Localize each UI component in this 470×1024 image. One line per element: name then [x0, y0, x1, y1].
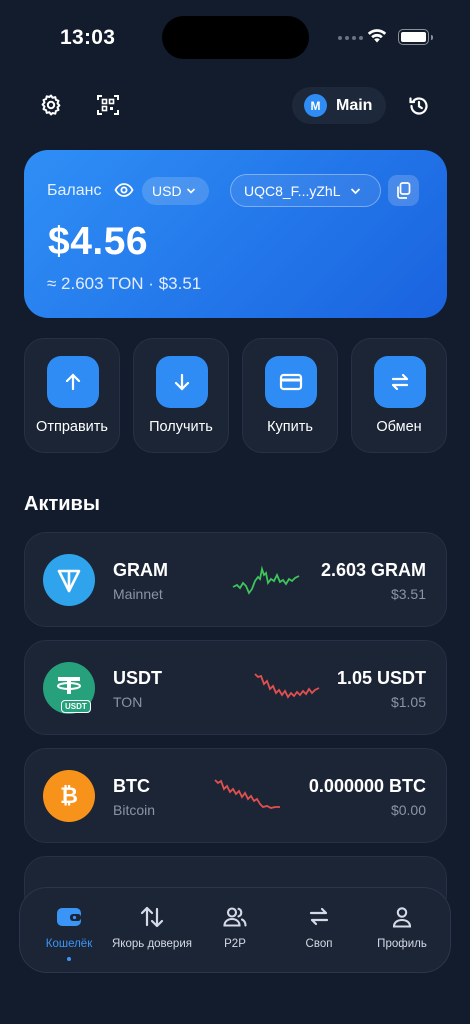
asset-symbol: GRAM	[113, 560, 168, 580]
asset-symbol: USDT	[113, 668, 162, 688]
address-selector[interactable]: UQC8_F...yZhL	[230, 174, 381, 207]
asset-fiat-value: $0.00	[390, 802, 426, 818]
chevron-down-icon	[186, 188, 195, 194]
tab-profile[interactable]: Профиль	[359, 888, 445, 974]
active-tab-indicator	[67, 957, 71, 961]
tab-label: P2P	[224, 938, 246, 950]
currency-selector[interactable]: USD	[142, 177, 209, 205]
history-icon[interactable]	[403, 90, 435, 122]
asset-network: Bitcoin	[113, 802, 156, 818]
arrow-down-icon	[156, 356, 208, 408]
tab-label: Профиль	[377, 938, 427, 950]
swap-icon	[374, 356, 426, 408]
receive-label: Получить	[149, 419, 213, 435]
sparkline-chart	[232, 565, 300, 595]
asset-symbol: BTC	[113, 776, 150, 796]
send-button[interactable]: Отправить	[24, 338, 120, 453]
asset-network: Mainnet	[113, 586, 163, 602]
chevron-down-icon	[351, 187, 361, 194]
card-icon	[265, 356, 317, 408]
asset-network: TON	[113, 694, 143, 710]
currency-value: USD	[152, 183, 182, 199]
asset-row-btc[interactable]: ₿ BTC Bitcoin 0.000000 BTC $0.00	[24, 748, 447, 843]
exchange-button[interactable]: Обмен	[351, 338, 447, 453]
receive-button[interactable]: Получить	[133, 338, 229, 453]
asset-amount: 0.000000 BTC	[308, 776, 426, 796]
sparkline-chart	[214, 779, 280, 809]
arrow-up-icon	[47, 356, 99, 408]
send-label: Отправить	[36, 419, 108, 435]
wallet-address: UQC8_F...yZhL	[244, 182, 341, 199]
asset-amount: 1.05 USDT	[336, 668, 426, 688]
qr-scan-icon[interactable]	[93, 90, 123, 120]
asset-amount: 2.603 GRAM	[320, 560, 426, 580]
wallet-icon	[56, 905, 82, 934]
eye-icon[interactable]	[114, 181, 134, 204]
action-row: Отправить Получить Купить Обмен	[24, 338, 447, 453]
wallet-avatar: M	[304, 94, 327, 117]
cellular-signal-icon	[338, 36, 363, 40]
dynamic-island	[162, 16, 309, 59]
tab-label: Якорь доверия	[112, 938, 192, 950]
tab-wallet[interactable]: Кошелёк	[26, 888, 112, 974]
bitcoin-logo-icon: ₿	[43, 770, 95, 822]
wallet-name: Main	[336, 96, 373, 114]
user-icon	[390, 905, 414, 934]
ton-logo-icon	[43, 554, 95, 606]
asset-row-usdt[interactable]: USDT USDT TON 1.05 USDT $1.05	[24, 640, 447, 735]
buy-label: Купить	[267, 419, 313, 435]
tab-label: Своп	[305, 938, 333, 950]
copy-icon	[397, 182, 411, 199]
buy-button[interactable]: Купить	[242, 338, 338, 453]
tab-label: Кошелёк	[45, 938, 93, 950]
asset-fiat-value: $3.51	[390, 586, 426, 602]
balance-subtext: ≈ 2.603 TON · $3.51	[47, 274, 202, 293]
balance-amount: $4.56	[48, 220, 149, 263]
users-icon	[222, 905, 248, 934]
balance-label: Баланс	[47, 182, 102, 199]
tab-trust-anchor[interactable]: Якорь доверия	[109, 888, 195, 974]
tab-swap[interactable]: Своп	[276, 888, 362, 974]
assets-heading: Активы	[24, 493, 100, 515]
status-time: 13:03	[60, 26, 116, 49]
swap-icon	[306, 905, 332, 934]
battery-icon	[398, 29, 433, 45]
wallet-switcher-button[interactable]: M Main	[292, 87, 386, 124]
status-bar: 13:03	[0, 0, 470, 76]
usdt-tag: USDT	[61, 700, 91, 713]
settings-gear-icon[interactable]	[36, 90, 66, 120]
exchange-label: Обмен	[376, 419, 422, 435]
sparkline-chart	[254, 673, 320, 699]
tab-p2p[interactable]: P2P	[192, 888, 278, 974]
sort-arrows-icon	[139, 905, 165, 934]
balance-card: Баланс USD UQC8_F...yZhL $4.56 ≈ 2.603 T…	[24, 150, 447, 318]
bitcoin-glyph: ₿	[60, 783, 78, 808]
copy-address-button[interactable]	[388, 175, 419, 206]
wifi-icon	[366, 27, 388, 49]
bottom-tab-bar: Кошелёк Якорь доверия P2P Своп Профиль	[19, 887, 451, 973]
asset-fiat-value: $1.05	[390, 694, 426, 710]
asset-row-gram[interactable]: GRAM Mainnet 2.603 GRAM $3.51	[24, 532, 447, 627]
